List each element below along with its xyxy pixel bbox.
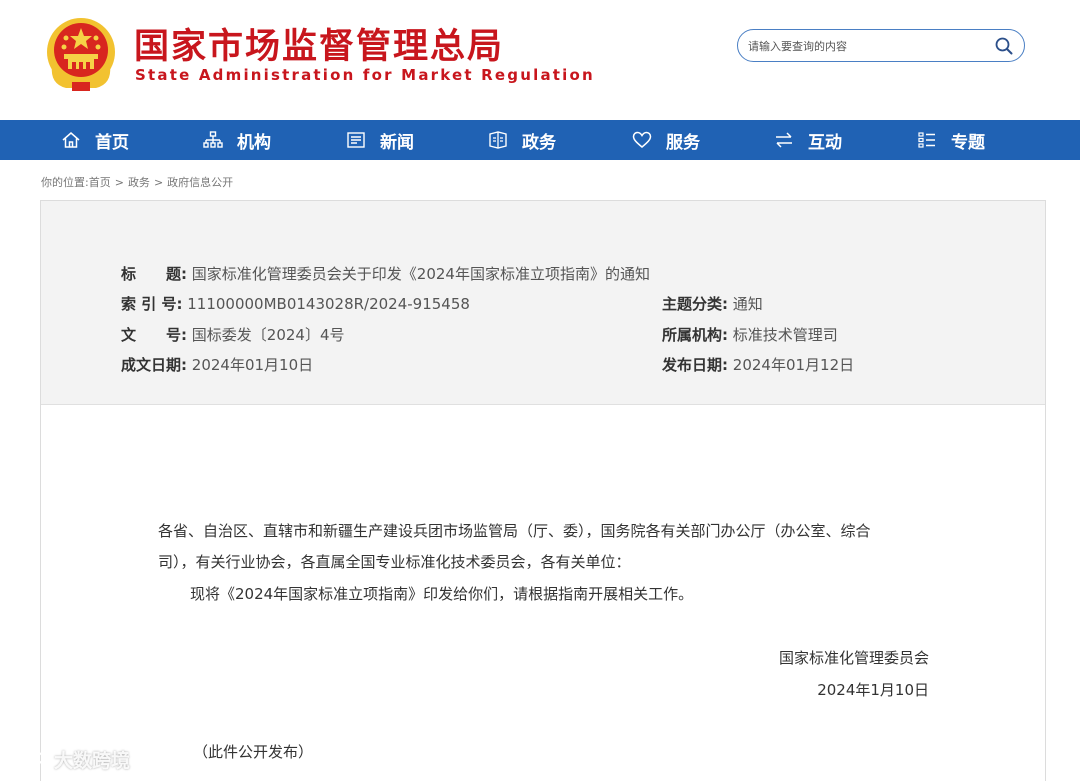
search-input[interactable] [748,36,988,56]
meta-docno-label: 文 号: [121,326,187,344]
main-nav: 首页 机构 新闻 政务 服务 互动 专题 [0,120,1080,160]
nav-item-label: 服务 [666,132,700,153]
exchange-arrows-icon [776,132,792,148]
nav-item-news[interactable]: 新闻 [346,120,414,160]
meta-topic-row: 主题分类: 通知 [662,293,763,314]
meta-title-value: 国家标准化管理委员会关于印发《2024年国家标准立项指南》的通知 [191,265,650,283]
topic-list-icon [918,132,935,148]
signature: 国家标准化管理委员会 [778,649,929,667]
body-paragraph-line: 各省、自治区、直辖市和新疆生产建设兵团市场监管局（厅、委），国务院各有关部门办公… [158,522,871,540]
meta-published-value: 2024年01月12日 [732,356,855,374]
meta-index-label: 索 引 号: [121,295,183,313]
watermark-text: 大数跨境 [54,750,131,772]
watermark: 大数跨境 [10,746,130,773]
search-icon[interactable] [994,36,1014,56]
news-icon [347,132,365,148]
site-title[interactable]: 国家市场监督管理总局 [134,18,504,69]
meta-docno-row: 文 号: 国标委发〔2024〕4号 [121,324,345,345]
body-paragraph-line: 现将《2024年国家标准立项指南》印发给你们，请根据指南开展相关工作。 [190,585,694,603]
meta-topic-value: 通知 [732,295,763,313]
meta-index-row: 索 引 号: 11100000MB0143028R/2024-915458 [121,293,470,314]
meta-index-value: 11100000MB0143028R/2024-915458 [187,295,470,313]
nav-item-label: 政务 [522,132,556,153]
nav-item-label: 首页 [95,132,129,153]
breadcrumb-separator: > [114,176,124,189]
nav-item-affairs[interactable]: 政务 [488,120,556,160]
organization-icon [203,131,223,148]
breadcrumb-prefix: 你的位置: [41,176,89,189]
meta-org-value: 标准技术管理司 [732,326,838,344]
meta-org-label: 所属机构: [662,326,728,344]
meta-org-row: 所属机构: 标准技术管理司 [662,324,838,345]
nav-item-label: 专题 [951,132,985,153]
meta-docno-value: 国标委发〔2024〕4号 [191,326,345,344]
nav-item-label: 新闻 [380,132,414,153]
meta-title-row: 标 题: 国家标准化管理委员会关于印发《2024年国家标准立项指南》的通知 [121,263,650,284]
document-meta: 标 题: 国家标准化管理委员会关于印发《2024年国家标准立项指南》的通知 索 … [41,201,1045,405]
site-subtitle: State Administration for Market Regulati… [135,66,595,84]
meta-created-value: 2024年01月10日 [191,356,314,374]
publication-note: （此件公开发布） [193,743,314,761]
nav-item-organization[interactable]: 机构 [203,120,271,160]
breadcrumb-disclosure-link[interactable]: 政府信息公开 [167,176,233,189]
breadcrumb: 你的位置:首页 > 政务 > 政府信息公开 [41,174,233,190]
national-emblem-icon[interactable] [44,14,118,92]
breadcrumb-separator: > [153,176,164,189]
search-box [737,29,1025,62]
nav-item-home[interactable]: 首页 [61,120,129,160]
meta-topic-label: 主题分类: [662,295,728,313]
nav-item-interaction[interactable]: 互动 [774,120,842,160]
affairs-icon [489,131,507,149]
article-panel: 标 题: 国家标准化管理委员会关于印发《2024年国家标准立项指南》的通知 索 … [40,200,1046,781]
watermark-logo-icon [11,751,49,768]
body-paragraph-line: 司），有关行业协会，各直属全国专业标准化技术委员会，各有关单位： [158,553,631,571]
nav-item-service[interactable]: 服务 [632,120,700,160]
meta-title-label: 标 题: [121,265,187,283]
nav-item-topics[interactable]: 专题 [917,120,985,160]
heart-icon [632,131,652,148]
home-icon [62,132,80,148]
breadcrumb-home-link[interactable]: 首页 [89,176,111,189]
site-header: 国家市场监督管理总局 State Administration for Mark… [0,0,1080,120]
nav-item-label: 互动 [808,132,842,153]
nav-item-label: 机构 [237,132,271,153]
meta-created-row: 成文日期: 2024年01月10日 [121,354,313,375]
meta-created-label: 成文日期: [121,356,187,374]
meta-published-label: 发布日期: [662,356,728,374]
meta-published-row: 发布日期: 2024年01月12日 [662,354,854,375]
breadcrumb-affairs-link[interactable]: 政务 [128,176,150,189]
signature-date: 2024年1月10日 [817,681,929,699]
